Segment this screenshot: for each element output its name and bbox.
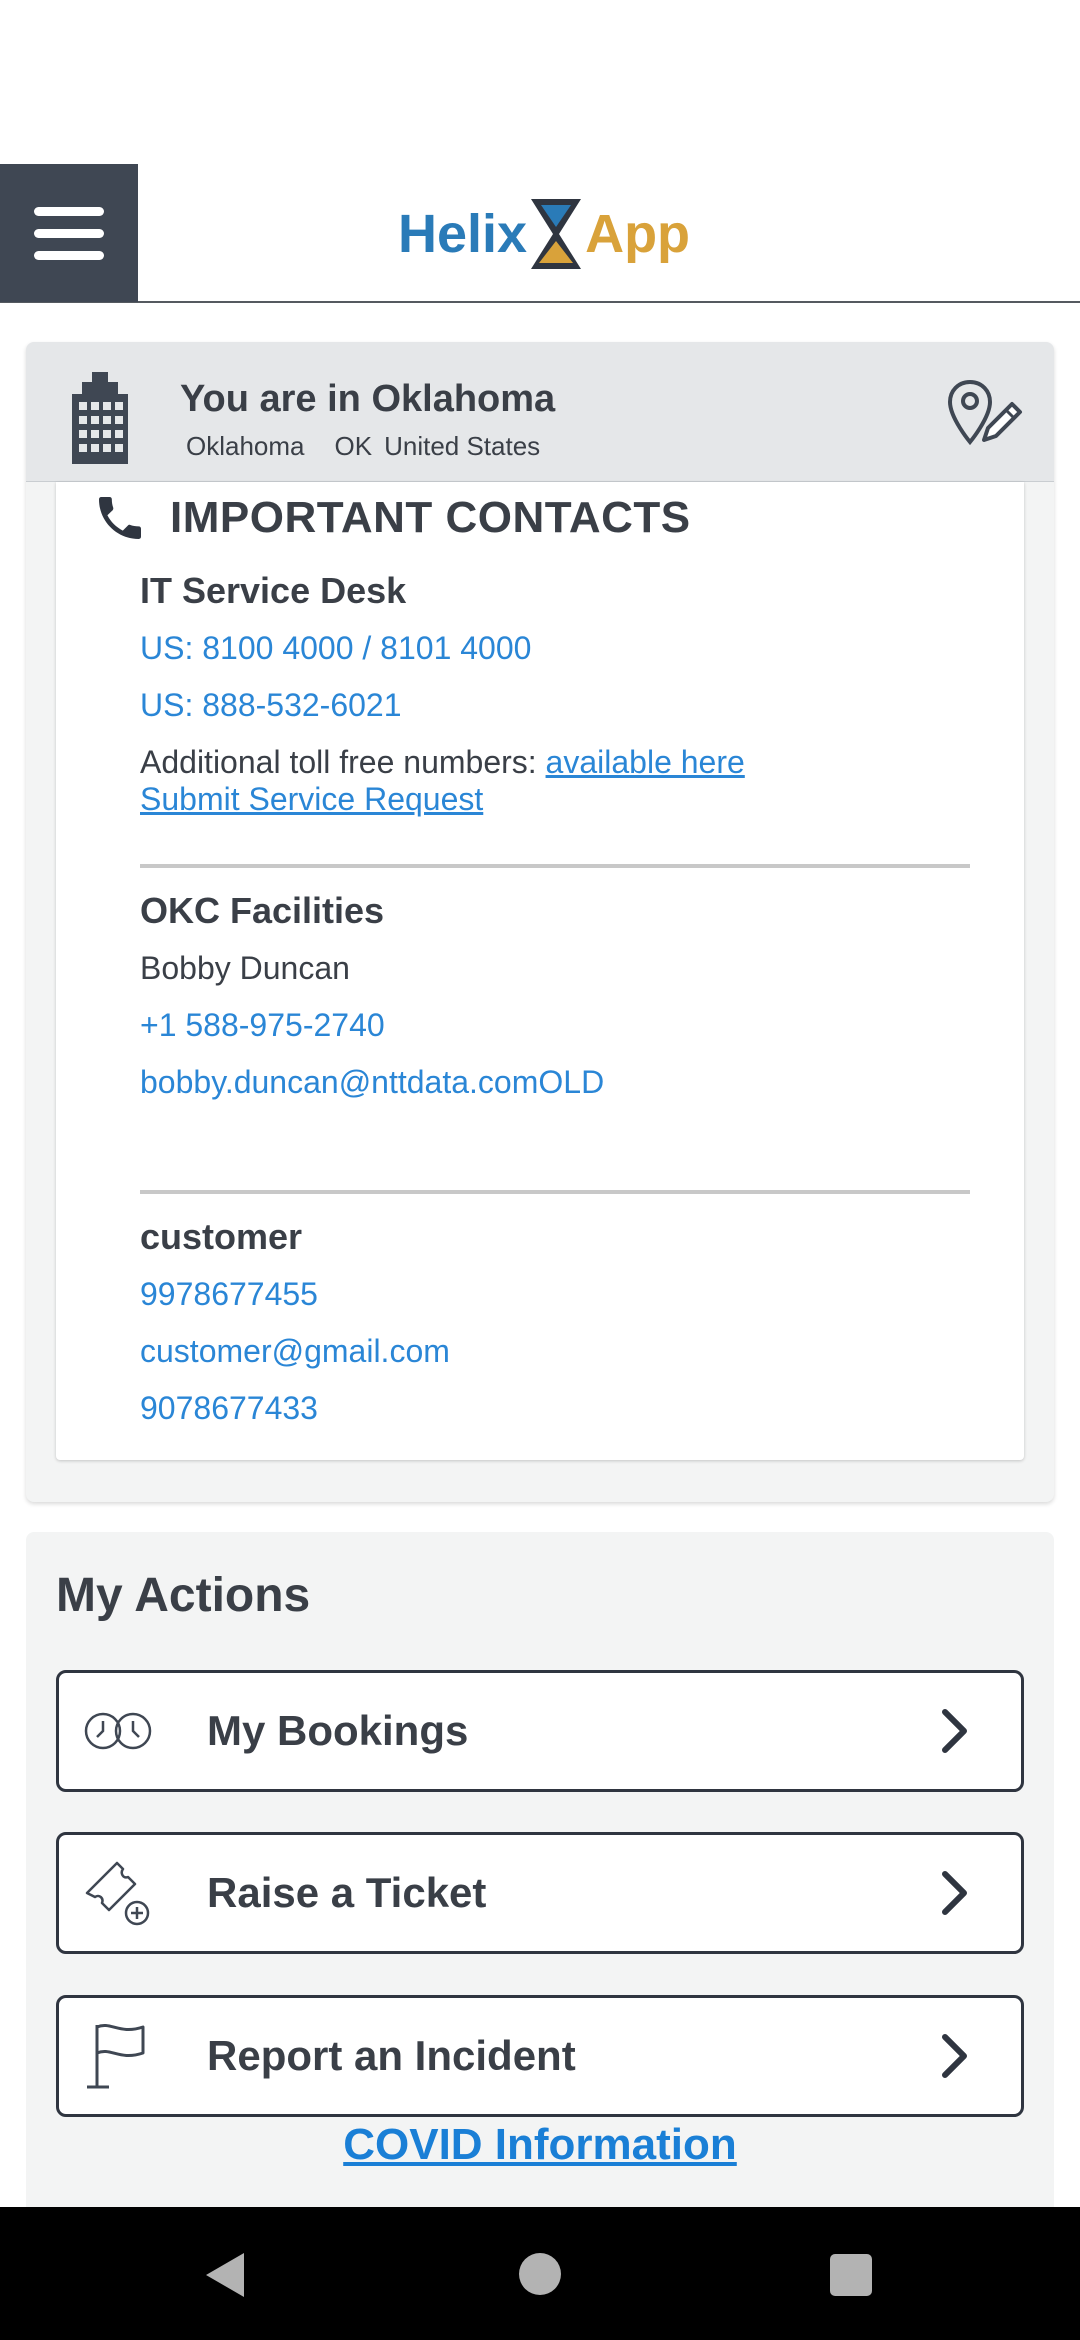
covid-information-link[interactable]: COVID Information xyxy=(343,2120,737,2169)
location-title: You are in Oklahoma xyxy=(180,378,556,420)
status-bar-area xyxy=(0,0,1080,164)
tollfree-prefix: Additional toll free numbers: xyxy=(140,744,546,780)
flag-icon xyxy=(87,2024,145,2089)
clocks-icon xyxy=(84,1712,152,1750)
facilities-title: OKC Facilities xyxy=(140,890,385,931)
it-service-desk-group: IT Service Desk US: 8100 4000 / 8101 400… xyxy=(140,570,970,818)
building-icon xyxy=(72,372,128,464)
raise-ticket-button[interactable]: Raise a Ticket xyxy=(56,1832,1024,1954)
phone-icon xyxy=(99,497,141,539)
contacts-heading: IMPORTANT CONTACTS xyxy=(92,490,691,546)
facilities-email[interactable]: bobby.duncan@nttdata.comOLD xyxy=(140,1064,970,1101)
location-country: United States xyxy=(384,431,541,461)
my-bookings-label: My Bookings xyxy=(207,1707,469,1754)
my-actions-card: My Actions My Bookings Raise a Ticket Re… xyxy=(26,1532,1054,2222)
service-request-row: Submit Service Request xyxy=(140,781,970,818)
important-contacts-panel: IMPORTANT CONTACTS IT Service Desk US: 8… xyxy=(56,482,1024,1460)
customer-phone-1[interactable]: 9978677455 xyxy=(140,1276,970,1313)
customer-group: customer 9978677455 customer@gmail.com 9… xyxy=(140,1216,970,1427)
chevron-right-icon xyxy=(942,1709,967,1753)
back-icon[interactable] xyxy=(204,2251,248,2299)
ticket-add-icon xyxy=(85,1861,150,1926)
app-logo: Helix App xyxy=(398,194,690,274)
it-desk-title: IT Service Desk xyxy=(140,570,407,611)
report-incident-label: Report an Incident xyxy=(207,2032,576,2079)
contacts-divider xyxy=(140,864,970,868)
covid-information-row: COVID Information xyxy=(26,2120,1054,2170)
hamburger-line xyxy=(34,228,104,238)
it-desk-phone-1[interactable]: US: 8100 4000 / 8101 4000 xyxy=(140,630,970,667)
hamburger-line xyxy=(34,206,104,216)
location-details: Oklahoma OK United States xyxy=(186,431,540,462)
logo-text-helix: Helix xyxy=(398,204,528,264)
location-card: You are in Oklahoma Oklahoma OK United S… xyxy=(26,342,1054,1502)
customer-title: customer xyxy=(140,1216,303,1257)
my-bookings-button[interactable]: My Bookings xyxy=(56,1670,1024,1792)
customer-email[interactable]: customer@gmail.com xyxy=(140,1333,970,1370)
facilities-phone[interactable]: +1 588-975-2740 xyxy=(140,1007,970,1044)
submit-service-request-link[interactable]: Submit Service Request xyxy=(140,781,483,817)
my-actions-title: My Actions xyxy=(56,1569,311,1622)
location-city: Oklahoma xyxy=(186,431,305,461)
it-desk-phone-2[interactable]: US: 888-532-6021 xyxy=(140,687,970,724)
system-navigation-bar xyxy=(0,2207,1080,2340)
raise-ticket-label: Raise a Ticket xyxy=(207,1869,487,1916)
edit-location-icon[interactable] xyxy=(944,378,1024,450)
tollfree-link[interactable]: available here xyxy=(546,744,745,780)
menu-button[interactable] xyxy=(0,164,138,302)
contacts-divider xyxy=(140,1190,970,1194)
report-incident-button[interactable]: Report an Incident xyxy=(56,1995,1024,2117)
logo-text-app: App xyxy=(585,204,691,264)
location-header: You are in Oklahoma Oklahoma OK United S… xyxy=(26,342,1054,482)
customer-phone-2[interactable]: 9078677433 xyxy=(140,1390,970,1427)
chevron-right-icon xyxy=(942,2034,967,2078)
location-state: OK xyxy=(334,431,373,461)
okc-facilities-group: OKC Facilities Bobby Duncan +1 588-975-2… xyxy=(140,890,970,1101)
tollfree-text: Additional toll free numbers: available … xyxy=(140,744,970,781)
recent-apps-icon[interactable] xyxy=(830,2254,872,2296)
contacts-title: IMPORTANT CONTACTS xyxy=(170,493,691,542)
chevron-right-icon xyxy=(942,1871,967,1915)
hourglass-logo-icon xyxy=(531,199,582,269)
hamburger-line xyxy=(34,250,104,260)
home-icon[interactable] xyxy=(519,2253,561,2295)
app-header: Helix App xyxy=(0,164,1080,303)
facilities-contact-name: Bobby Duncan xyxy=(140,950,350,986)
